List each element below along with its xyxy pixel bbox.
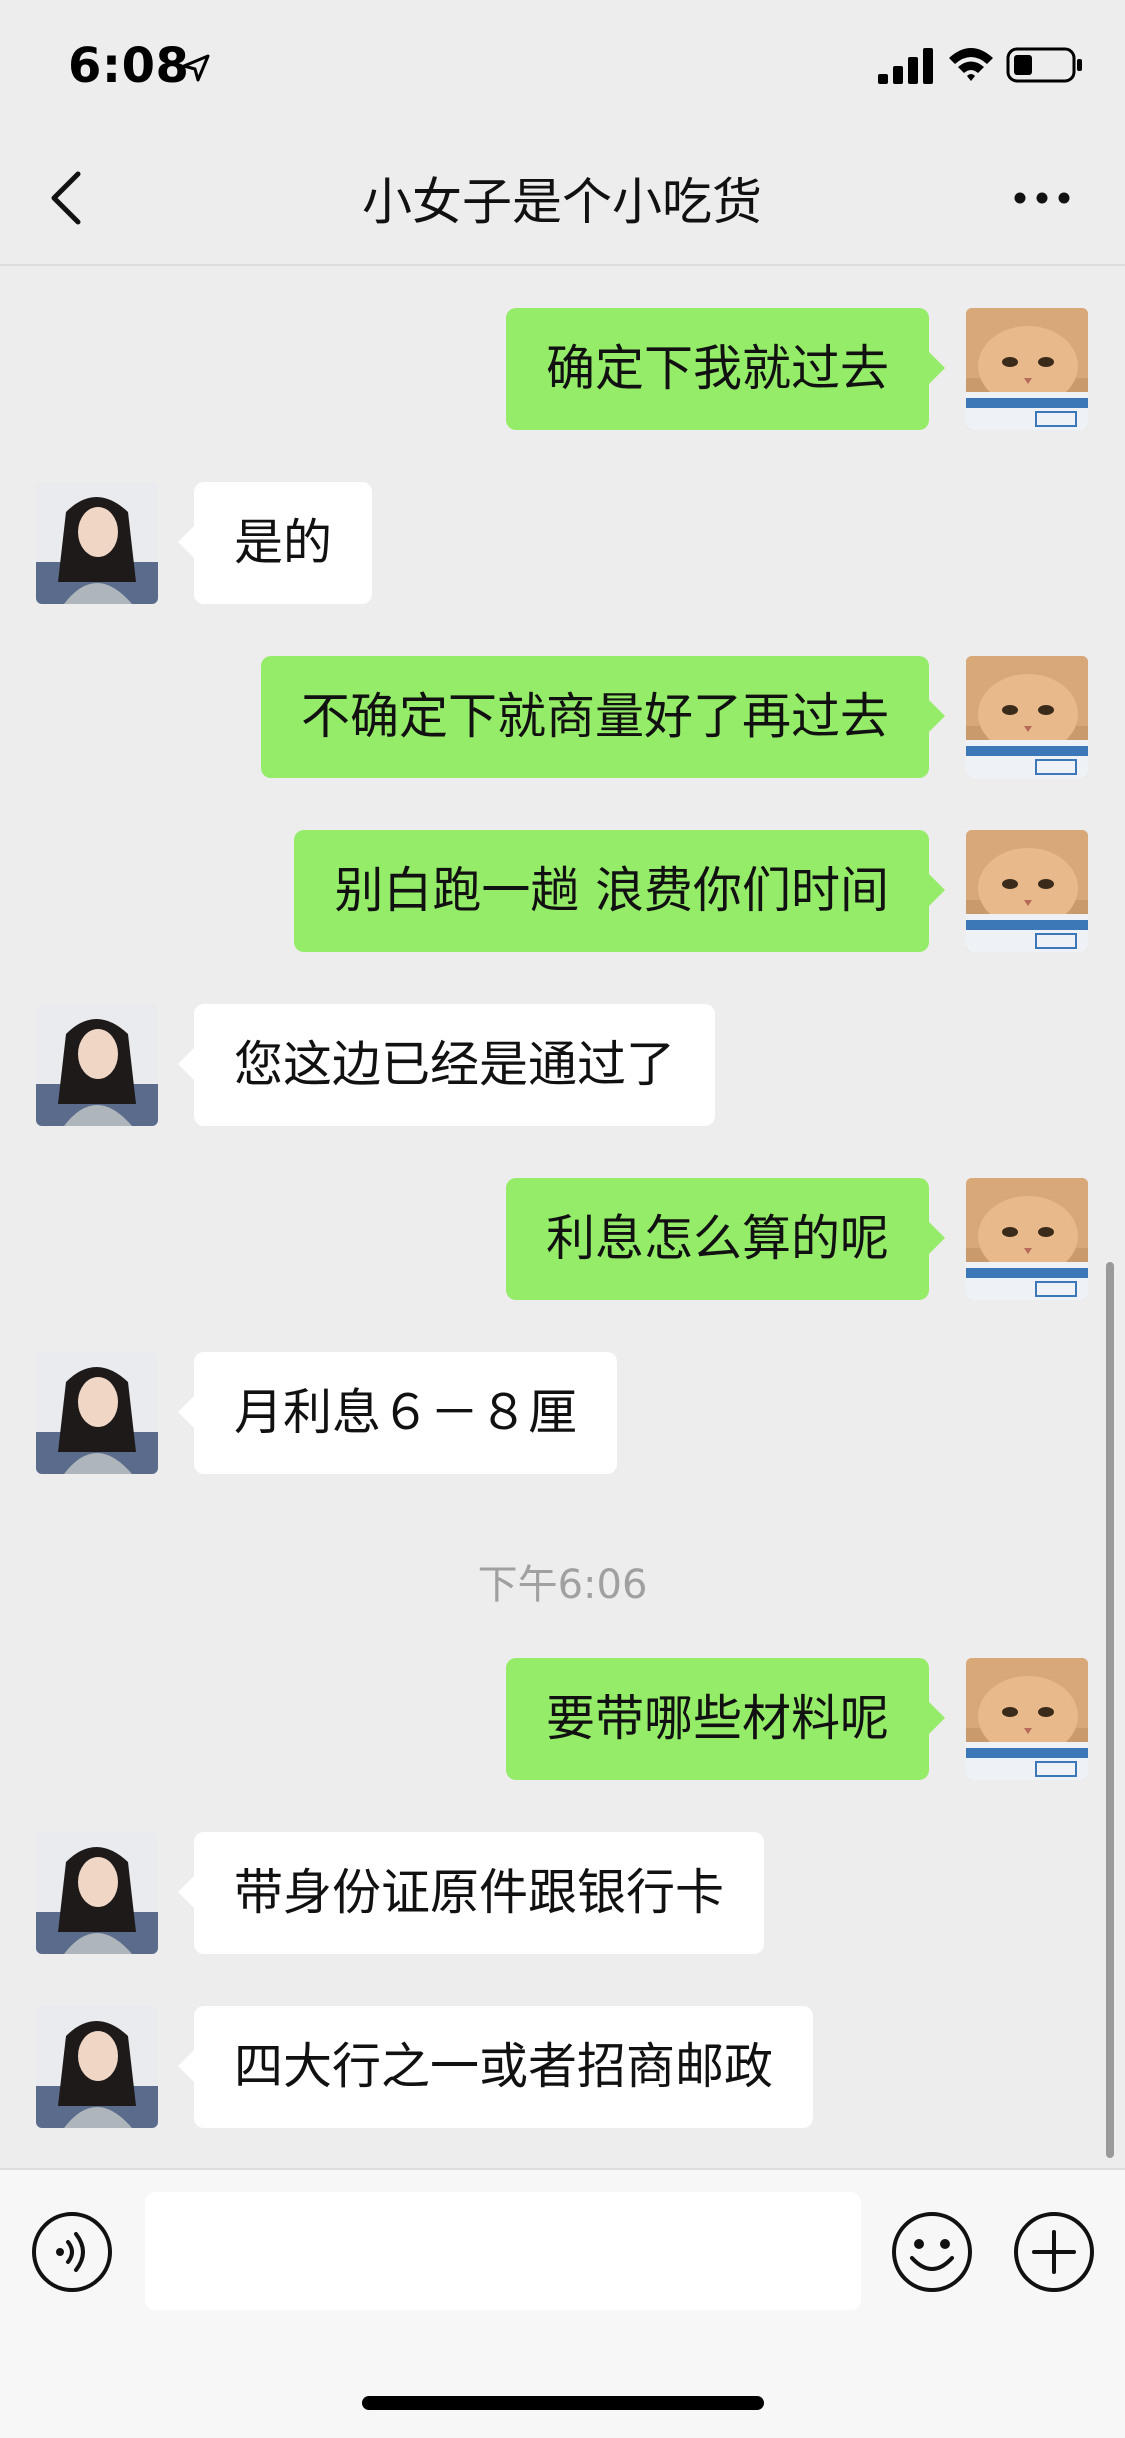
navigation-bar: 小女子是个小吃货 [0, 132, 1125, 266]
plus-icon[interactable] [1012, 2210, 1096, 2294]
wifi-icon [949, 48, 993, 81]
message-input[interactable] [145, 2192, 861, 2310]
message-bubble-self[interactable]: 确定下我就过去 [505, 308, 946, 430]
message-bubble-other[interactable]: 您这边已经是通过了 [177, 1004, 716, 1126]
chat-scrollbar[interactable] [1106, 1262, 1114, 2158]
message-bubble-other[interactable]: 是的 [177, 482, 373, 604]
status-time: 6:08 [68, 38, 190, 94]
battery-icon [1006, 47, 1082, 83]
contact-avatar[interactable] [36, 2006, 158, 2128]
message-bubble-self[interactable]: 要带哪些材料呢 [505, 1658, 946, 1780]
self-avatar[interactable] [966, 656, 1088, 778]
message-bubble-self[interactable]: 别白跑一趟 浪费你们时间 [294, 830, 945, 952]
location-arrow-icon [182, 54, 210, 82]
self-avatar[interactable] [966, 1658, 1088, 1780]
message-bubble-other[interactable]: 四大行之一或者招商邮政 [177, 2006, 814, 2128]
chat-input-bar [0, 2168, 1125, 2438]
cellular-signal-icon [878, 48, 933, 84]
chat-title: 小女子是个小吃货 [362, 173, 762, 231]
home-indicator[interactable] [362, 2396, 764, 2410]
message-bubble-self[interactable]: 不确定下就商量好了再过去 [260, 656, 946, 778]
self-avatar[interactable] [966, 308, 1088, 430]
message-timestamp: 下午6:06 [477, 1562, 648, 1608]
contact-avatar[interactable] [36, 1832, 158, 1954]
message-bubble-other[interactable]: 月利息６－８厘 [177, 1352, 618, 1474]
message-bubble-other[interactable]: 带身份证原件跟银行卡 [177, 1832, 765, 1954]
message-bubble-self[interactable]: 利息怎么算的呢 [505, 1178, 946, 1300]
self-avatar[interactable] [966, 1178, 1088, 1300]
voice-icon[interactable] [30, 2210, 114, 2294]
contact-avatar[interactable] [36, 482, 158, 604]
more-options-icon[interactable] [1012, 180, 1072, 216]
contact-avatar[interactable] [36, 1352, 158, 1474]
chat-message-list[interactable]: 确定下我就过去 是的 不确定下就商量好了再过去 别白跑一趟 浪费你们时间 您这边… [0, 266, 1125, 2168]
status-bar: 6:08 [0, 0, 1125, 132]
contact-avatar[interactable] [36, 1004, 158, 1126]
back-chevron-icon[interactable] [42, 166, 90, 230]
self-avatar[interactable] [966, 830, 1088, 952]
emoji-icon[interactable] [890, 2210, 974, 2294]
